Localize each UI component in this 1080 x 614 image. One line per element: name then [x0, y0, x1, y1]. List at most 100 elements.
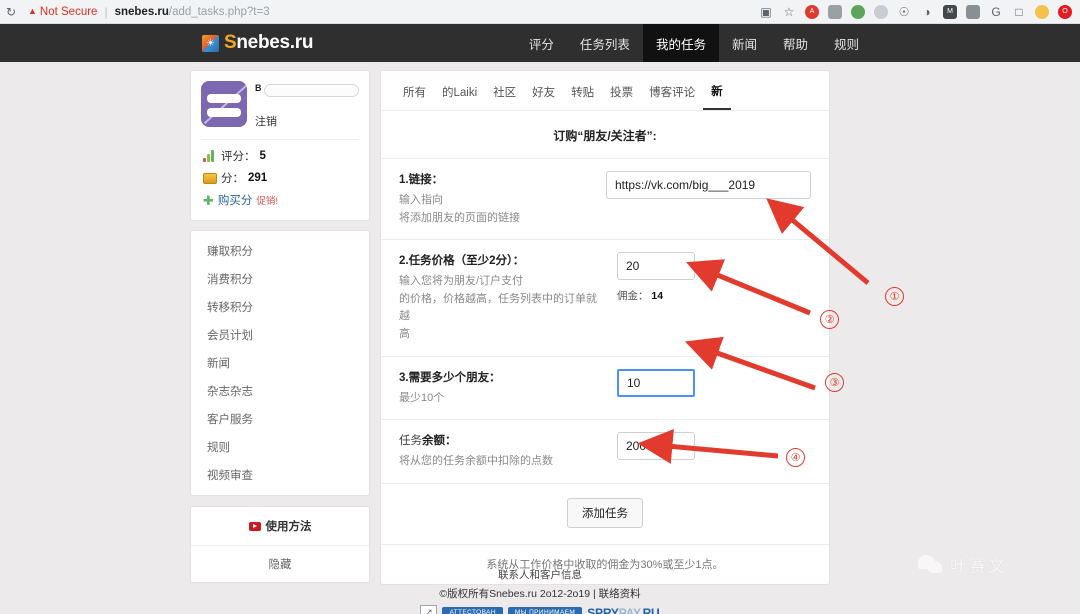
tab-likes[interactable]: 的Laiki	[434, 84, 485, 109]
url-path: /add_tasks.php?t=3	[169, 6, 270, 18]
link-input[interactable]	[606, 171, 811, 199]
url-domain: snebes.ru	[115, 6, 169, 18]
logo-rest: nebes.ru	[236, 32, 313, 53]
pocket-icon[interactable]: □	[1012, 5, 1026, 19]
points-value: 291	[248, 172, 267, 184]
opera-icon[interactable]: O	[1058, 5, 1072, 19]
username-redaction	[264, 84, 360, 97]
nav-item-task-list[interactable]: 任务列表	[567, 24, 643, 62]
add-task-button[interactable]: 添加任务	[567, 498, 643, 528]
sidebar-item-earn-points[interactable]: 赚取积分	[191, 237, 369, 265]
sidebar-item-rules[interactable]: 规则	[191, 433, 369, 461]
grammarly-icon[interactable]: G	[989, 5, 1003, 19]
buy-points-row[interactable]: ✚ 购买分 促销!	[201, 192, 359, 208]
bookmark-star-icon[interactable]: ☆	[782, 5, 796, 19]
rating-label: 评分：	[221, 148, 256, 164]
screenshot-root: ↻ ▲ Not Secure | snebes.ru/add_tasks.php…	[0, 0, 1080, 614]
rating-value: 5	[260, 150, 266, 162]
annotation-marker-3: ③	[825, 373, 844, 392]
screenshot-camera-icon[interactable]: ☉	[897, 5, 911, 19]
paygate-tld: .RU	[639, 606, 659, 614]
reload-icon[interactable]: ↻	[0, 5, 22, 19]
how-to-use-link[interactable]: 使用方法	[191, 507, 369, 545]
balance-hint: 将从您的任务余额中扣除的点数	[399, 453, 607, 471]
security-label: Not Secure	[40, 6, 98, 18]
price-label: 2.任务价格（至少2分）：	[399, 252, 607, 268]
friends-count-input[interactable]	[617, 369, 695, 397]
form-title: 订购“朋友/关注者”:	[381, 111, 829, 158]
sidebar-item-transfer-points[interactable]: 转移积分	[191, 293, 369, 321]
logo-first-letter: S	[224, 32, 236, 53]
watermark-text: 叶赛文	[950, 552, 1007, 577]
site-logo[interactable]: ☀ Snebes.ru	[202, 32, 313, 54]
friends-count-hint: 最少10个	[399, 390, 607, 408]
nav-item-news[interactable]: 新闻	[719, 24, 770, 62]
page-body: B 注销 评分： 5 分： 291	[0, 62, 1080, 614]
mail-icon[interactable]: M	[943, 5, 957, 19]
tab-all[interactable]: 所有	[399, 84, 434, 109]
nav-item-rules[interactable]: 规则	[821, 24, 872, 62]
form-row-link: 1.链接： 输入指向 将添加朋友的页面的链接	[381, 158, 829, 239]
wechat-icon	[918, 555, 944, 575]
sidebar-item-customer-service[interactable]: 客户服务	[191, 405, 369, 433]
nav-item-rating[interactable]: 评分	[516, 24, 567, 62]
tab-community[interactable]: 社区	[485, 84, 524, 109]
link-hint-line2: 将添加朋友的页面的链接	[399, 210, 596, 228]
task-type-tabs: 所有 的Laiki 社区 好友 转贴 投票 博客评论 新	[381, 71, 829, 111]
warning-triangle-icon: ▲	[28, 7, 37, 16]
avatar[interactable]	[201, 81, 247, 127]
snebes-logo-icon: ☀	[202, 35, 219, 52]
main-nav: 评分 任务列表 我的任务 新闻 帮助 规则	[516, 24, 872, 62]
coin-icon	[203, 173, 217, 184]
adblock-icon[interactable]: A	[805, 5, 819, 19]
username-row: B	[255, 83, 359, 97]
extension-icon[interactable]	[828, 5, 842, 19]
plus-icon: ✚	[203, 194, 214, 207]
evernote-icon[interactable]	[851, 5, 865, 19]
logout-link[interactable]: 注销	[255, 113, 359, 129]
nav-item-help[interactable]: 帮助	[770, 24, 821, 62]
commission-value: 14	[651, 290, 663, 302]
robot-icon[interactable]: ◑	[920, 5, 934, 19]
sidebar-menu: 赚取积分 消费积分 转移积分 会员计划 新闻 杂志杂志 客户服务 规则 视频审查	[190, 230, 370, 496]
profile-card: B 注销 评分： 5 分： 291	[190, 70, 370, 221]
price-input[interactable]	[617, 252, 695, 280]
commission-label: 佣金：	[617, 290, 649, 302]
balance-label: 任务余额：	[399, 432, 607, 448]
security-indicator[interactable]: ▲ Not Secure	[28, 6, 97, 18]
tab-repost[interactable]: 转贴	[563, 84, 602, 109]
sidebar-item-spend-points[interactable]: 消费积分	[191, 265, 369, 293]
link-hint-line1: 输入指向	[399, 192, 596, 210]
annotation-marker-4: ④	[786, 448, 805, 467]
points-label: 分：	[221, 170, 244, 186]
friends-count-label: 3.需要多少个朋友：	[399, 369, 607, 385]
paygate-dim: PAY	[619, 606, 640, 614]
price-hint-line1: 输入您将为朋友/订户支付	[399, 273, 607, 291]
youtube-play-icon	[249, 522, 261, 531]
save-icon[interactable]	[966, 5, 980, 19]
tab-new[interactable]: 新	[703, 83, 731, 110]
tab-friends[interactable]: 好友	[524, 84, 563, 109]
sidebar-item-magazine[interactable]: 杂志杂志	[191, 377, 369, 405]
form-row-price: 2.任务价格（至少2分）： 输入您将为朋友/订户支付 的价格，价格越高，任务列表…	[381, 239, 829, 355]
sidebar-item-video-review[interactable]: 视频审查	[191, 461, 369, 489]
browser-toolbar: ↻ ▲ Not Secure | snebes.ru/add_tasks.php…	[0, 0, 1080, 24]
certificate-icon: ↗	[420, 605, 437, 614]
nav-item-my-tasks[interactable]: 我的任务	[643, 24, 719, 62]
sidebar: B 注销 评分： 5 分： 291	[190, 70, 370, 583]
user-avatar-icon[interactable]	[1035, 5, 1049, 19]
footer-badges: ↗ АТТЕСТОВАН МЫ ПРИНИМАЕМ SPRYPAY.RU	[0, 605, 1080, 614]
balance-input[interactable]	[617, 432, 695, 460]
sidebar-item-membership[interactable]: 会员计划	[191, 321, 369, 349]
address-bar[interactable]: snebes.ru/add_tasks.php?t=3	[115, 6, 270, 18]
sidebar-item-news[interactable]: 新闻	[191, 349, 369, 377]
buy-points-link[interactable]: 购买分	[218, 192, 253, 208]
annotation-marker-2: ②	[820, 310, 839, 329]
tab-blog-comment[interactable]: 博客评论	[641, 84, 703, 109]
tab-vote[interactable]: 投票	[602, 84, 641, 109]
how-to-use-label: 使用方法	[266, 518, 312, 534]
translate-icon[interactable]: ▣	[759, 5, 773, 19]
form-row-friends-count: 3.需要多少个朋友： 最少10个	[381, 356, 829, 420]
extension-icon[interactable]	[874, 5, 888, 19]
rating-row: 评分： 5	[201, 148, 359, 164]
